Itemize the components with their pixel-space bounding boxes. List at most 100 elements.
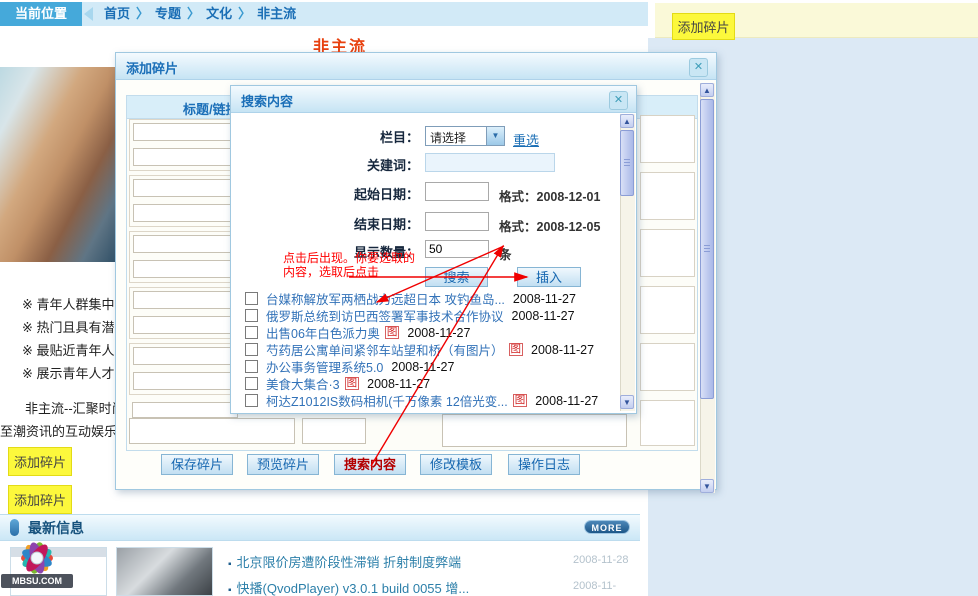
search-result-row: 美食大集合·3 图 2008-11-27 (245, 375, 617, 392)
news-item: ▪ 快播(QvodPlayer) v3.0.1 build 0055 增... (228, 578, 469, 596)
result-date: 2008-11-27 (391, 360, 454, 374)
preview-fragment-button[interactable]: 预览碎片 (247, 454, 319, 475)
result-date: 2008-11-27 (512, 309, 575, 323)
dialog-scrollbar-thumb[interactable] (700, 99, 714, 399)
dialog-scrollbar-thumb[interactable] (620, 130, 634, 196)
result-checkbox[interactable] (245, 343, 258, 356)
column-select-value: 请选择 (430, 129, 466, 146)
fragment-extra-box[interactable] (640, 343, 695, 391)
feature-bullet: ※ 最贴近青年人 (22, 340, 122, 359)
annotation-line-1: 点击后出现。你要选取的 (283, 251, 415, 265)
breadcrumb-home-link[interactable]: 首页 (104, 6, 130, 21)
add-fragment-dialog-title: 添加碎片 (126, 58, 178, 77)
fragment-bottom-link-input[interactable] (302, 418, 366, 444)
fragment-extra-box[interactable] (640, 286, 695, 334)
news-item: ▪北京限价房遭阶段性滞销 折射制度弊端 (228, 552, 461, 571)
fragment-title-input[interactable] (132, 402, 238, 418)
scroll-up-icon[interactable]: ▲ (620, 114, 634, 128)
search-result-row: 出售06年白色派力奥 图 2008-11-27 (245, 324, 617, 341)
breadcrumb-bar (0, 2, 648, 26)
search-dialog-title: 搜索内容 (241, 91, 293, 110)
column-label: 栏目： (289, 127, 419, 146)
breadcrumb-culture-link[interactable]: 文化 (206, 6, 232, 21)
fragment-extra-box[interactable] (640, 172, 695, 220)
news-item-link[interactable]: 北京限价房遭阶段性滞销 折射制度弊端 (237, 555, 462, 570)
fragment-row-group (129, 175, 245, 227)
search-button[interactable]: 搜索 (425, 267, 488, 287)
breadcrumb-separator: 〉 (136, 6, 149, 21)
operation-log-button[interactable]: 操作日志 (508, 454, 580, 475)
result-checkbox[interactable] (245, 309, 258, 322)
image-badge-icon[interactable]: 图 (509, 343, 524, 356)
breadcrumb: 首页〉专题〉文化〉非主流 (100, 2, 300, 26)
result-checkbox[interactable] (245, 394, 258, 407)
red-annotation-note: 点击后出现。你要选取的 内容，选取后点击 (283, 251, 415, 279)
result-checkbox[interactable] (245, 360, 258, 373)
image-badge-icon[interactable]: 图 (513, 394, 528, 407)
edit-template-button[interactable]: 修改模板 (420, 454, 492, 475)
add-fragment-button-top-right[interactable]: 添加碎片 (672, 13, 735, 40)
column-select[interactable]: 请选择 ▼ (425, 126, 505, 146)
fragment-bottom-textarea[interactable] (442, 414, 627, 447)
more-button[interactable]: MORE (584, 520, 630, 534)
result-checkbox[interactable] (245, 377, 258, 390)
end-date-input[interactable] (425, 212, 489, 231)
fragment-link-input[interactable] (133, 260, 239, 278)
news-item-date: 2008-11- (573, 580, 616, 592)
news-bullet-icon: ▪ (228, 585, 232, 596)
chevron-down-icon[interactable]: ▼ (486, 127, 504, 145)
fragment-extra-box[interactable] (640, 229, 695, 277)
breadcrumb-separator: 〉 (238, 6, 251, 21)
display-count-input[interactable] (425, 240, 489, 258)
search-content-button[interactable]: 搜索内容 (334, 454, 406, 475)
add-fragment-button-left-2[interactable]: 添加碎片 (8, 485, 72, 514)
fragment-link-input[interactable] (133, 204, 239, 222)
profile-photo (0, 67, 117, 262)
image-badge-icon[interactable]: 图 (385, 326, 400, 339)
close-icon[interactable]: ✕ (689, 58, 708, 77)
fragment-row-group (129, 343, 245, 395)
insert-button[interactable]: 插入 (517, 267, 581, 287)
image-badge-icon[interactable]: 图 (345, 377, 360, 390)
fragment-title-input[interactable] (133, 347, 239, 365)
mbsu-logo-text: MBSU.COM (12, 576, 62, 586)
search-result-row: 办公事务管理系统5.0 2008-11-27 (245, 358, 617, 375)
result-title-link[interactable]: 柯达Z1012IS数码相机(千万像素 12倍光变... (266, 391, 508, 410)
fragment-extra-box[interactable] (640, 115, 695, 163)
scrollbar-grip-icon (704, 245, 710, 252)
news-thumbnail-hardware[interactable] (116, 547, 213, 596)
fragment-link-input[interactable] (133, 316, 239, 334)
fragment-extra-box[interactable] (640, 400, 695, 446)
breadcrumb-topics-link[interactable]: 专题 (155, 6, 181, 21)
fragment-bottom-title-input[interactable] (129, 418, 295, 444)
fragment-title-input[interactable] (133, 235, 239, 253)
end-date-format-hint: 格式：2008-12-05 (499, 216, 600, 235)
scroll-down-icon[interactable]: ▼ (620, 395, 634, 409)
annotation-line-2: 内容，选取后点击 (283, 265, 415, 279)
fragment-link-input[interactable] (133, 372, 239, 390)
fragment-row-group (129, 119, 245, 171)
mbsu-logo: MBSU.COM (0, 534, 80, 596)
start-date-input[interactable] (425, 182, 489, 201)
reset-link[interactable]: 重选 (513, 130, 539, 149)
fragment-link-input[interactable] (133, 148, 239, 166)
result-checkbox[interactable] (245, 292, 258, 305)
fragment-title-input[interactable] (133, 291, 239, 309)
fragment-title-input[interactable] (133, 123, 239, 141)
scroll-up-icon[interactable]: ▲ (700, 83, 714, 97)
close-icon[interactable]: ✕ (609, 91, 628, 110)
count-unit-label: 条 (499, 244, 512, 263)
scrollbar-grip-icon (624, 159, 630, 166)
news-item-date: 2008-11-28 (573, 554, 628, 566)
result-checkbox[interactable] (245, 326, 258, 339)
save-fragment-button[interactable]: 保存碎片 (161, 454, 233, 475)
add-fragment-button-left-1[interactable]: 添加碎片 (8, 447, 72, 476)
result-date: 2008-11-27 (407, 326, 470, 340)
fragment-title-input[interactable] (133, 179, 239, 197)
keyword-input[interactable] (425, 153, 555, 172)
search-result-row: 芍药居公寓单间紧邻车站望和桥（有图片） 图 2008-11-27 (245, 341, 617, 358)
search-result-row: 台媒称解放军两栖战力远超日本 攻钓鱼岛... 2008-11-27 (245, 290, 617, 307)
news-item-link[interactable]: 快播(QvodPlayer) v3.0.1 build 0055 增... (237, 581, 470, 596)
tagline-line1: 非主流--汇聚时尚 (25, 398, 125, 417)
scroll-down-icon[interactable]: ▼ (700, 479, 714, 493)
